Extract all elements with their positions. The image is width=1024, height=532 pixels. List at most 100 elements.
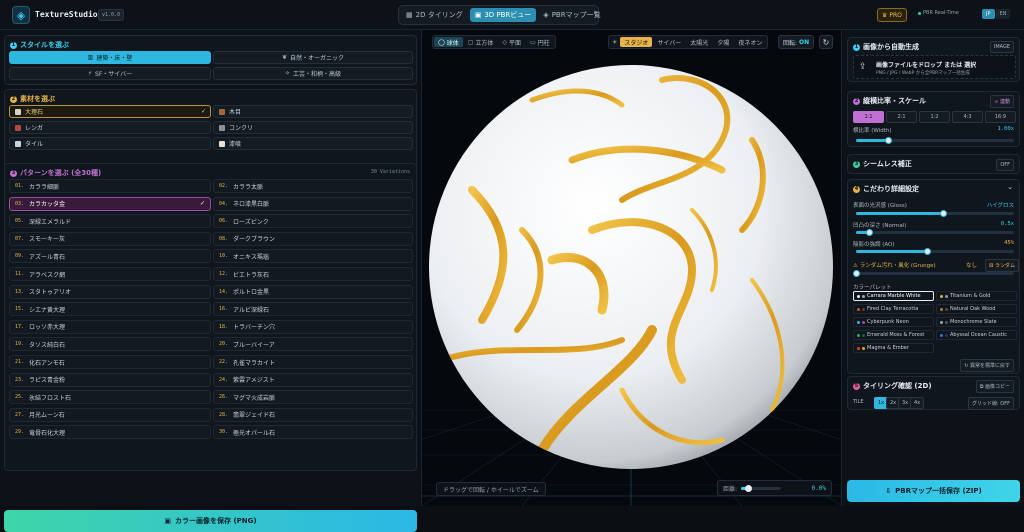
reset-defaults-button[interactable]: ↻ 異常を標準に戻す: [960, 359, 1014, 372]
pattern-item[interactable]: 13. スタトゥアリオ: [9, 284, 211, 299]
pattern-item[interactable]: 16. アルビ深緑石: [213, 302, 413, 317]
ratio-button[interactable]: 16:9: [985, 111, 1016, 123]
random-button[interactable]: ⚄ ランダム: [985, 259, 1019, 272]
save-png-button[interactable]: ▣ カラー画像を保存 (PNG): [4, 510, 417, 532]
pattern-item[interactable]: 09. アズール青石: [9, 249, 211, 264]
style-button-nature[interactable]: ❦ 自然・オーガニック: [213, 51, 413, 64]
seamless-toggle[interactable]: OFF: [996, 159, 1014, 171]
pattern-item[interactable]: 14. ポルトロ金黒: [213, 284, 413, 299]
pattern-item[interactable]: 07. スモーキー灰: [9, 231, 211, 246]
palette-option[interactable]: Titanium & Gold: [936, 291, 1017, 301]
palette-option[interactable]: Cyberpunk Neon: [853, 317, 934, 327]
lang-en-button[interactable]: EN: [995, 9, 1011, 19]
cube-icon: ▣: [474, 11, 482, 19]
palette-option[interactable]: Carrara Marble White: [853, 291, 934, 301]
aspect-title: 縦横比率・スケール: [863, 97, 926, 105]
pattern-item[interactable]: 23. ラピス青金粉: [9, 372, 211, 387]
shape-plane-button[interactable]: ◇ 平面: [498, 37, 525, 47]
style-button-craft[interactable]: ✧ 工芸・和柄・高級: [213, 67, 413, 80]
pattern-item[interactable]: 21. 化石アンモ石: [9, 355, 211, 369]
palette-option[interactable]: Magma & Ember: [853, 343, 934, 353]
chevron-down-icon[interactable]: ⌄: [1007, 183, 1013, 191]
pattern-item[interactable]: 28. 翡翠ジェイド石: [213, 407, 413, 422]
width-slider[interactable]: [856, 137, 1014, 144]
copy-image-button[interactable]: ⧉ 画像コピー: [975, 380, 1014, 393]
pattern-item[interactable]: 30. 極光オパール石: [213, 425, 413, 440]
tab-3d-pbr-view[interactable]: ▣ 3D PBRビュー: [469, 8, 537, 22]
light-cyber-button[interactable]: サイバー: [653, 37, 685, 47]
plaster-swatch-icon: [219, 140, 225, 147]
light-night-neon-button[interactable]: 夜ネオン: [734, 37, 766, 47]
pattern-item[interactable]: 24. 紫雲アメジスト: [213, 372, 413, 387]
style-button-architecture[interactable]: ▥ 建築・床・壁: [9, 51, 211, 64]
ao-slider[interactable]: [856, 248, 1014, 255]
pattern-item[interactable]: 26. マグマ火成岩脈: [213, 390, 413, 405]
zoom-slider[interactable]: [741, 484, 782, 492]
pattern-item[interactable]: 11. アラベスク網: [9, 267, 211, 281]
style-button-sf-cyber[interactable]: ⚡ SF・サイバー: [9, 67, 211, 80]
link-toggle[interactable]: ∞ 連動: [990, 95, 1014, 108]
palette-option[interactable]: Natural Oak Wood: [936, 304, 1017, 314]
pattern-item[interactable]: 05. 深緑エメラルド: [9, 214, 211, 229]
tile-swatch-icon: [15, 140, 21, 147]
material-button-plaster[interactable]: 漆喰: [213, 137, 413, 150]
ratio-button[interactable]: 1:1: [853, 111, 884, 123]
gloss-slider[interactable]: [856, 210, 1014, 217]
pattern-item[interactable]: 02. カララ太脈: [213, 179, 413, 193]
grid-toggle[interactable]: グリッド線: OFF: [968, 397, 1014, 410]
material-button-concrete[interactable]: コンクリ: [213, 121, 413, 134]
grunge-slider[interactable]: [853, 270, 1014, 277]
ratio-button[interactable]: 2:1: [886, 111, 917, 123]
palette-option[interactable]: Fired Clay Terracotta: [853, 304, 934, 314]
light-studio-button[interactable]: スタジオ: [620, 37, 653, 47]
pattern-item[interactable]: 22. 孔雀マラカイト: [213, 355, 413, 369]
drop-zone[interactable]: ⇪ 画像ファイルをドロップ または 選択 PNG / JPG / WebP から…: [853, 55, 1016, 79]
lang-jp-button[interactable]: JP: [982, 9, 995, 19]
shape-cube-button[interactable]: ▢ 立方体: [464, 37, 498, 47]
pattern-item[interactable]: 10. オニキス瑪瑙: [213, 249, 413, 264]
pattern-item[interactable]: 08. ダークブラウン: [213, 231, 413, 246]
tiling-title: タイリング確認 (2D): [863, 382, 932, 390]
viewer-canvas[interactable]: [422, 30, 842, 506]
aspect-card: 2 縦横比率・スケール ∞ 連動 1:1 2:1 1:2 4:3 16:9 横比率 (Wi…: [847, 91, 1020, 147]
material-button-tile[interactable]: タイル: [9, 137, 211, 150]
material-button-marble[interactable]: 大理石 ✓: [9, 105, 211, 118]
pattern-item[interactable]: 20. ブルーバイーア: [213, 337, 413, 352]
material-button-brick[interactable]: レンガ: [9, 121, 211, 134]
pattern-item[interactable]: 01. カララ細脈: [9, 179, 211, 193]
material-button-wood[interactable]: 木目: [213, 105, 413, 118]
pattern-item[interactable]: 04. ネロ漆黒白脈: [213, 196, 413, 211]
save-zip-button[interactable]: ⇩ PBRマップ一括保存 (ZIP): [847, 480, 1020, 502]
ratio-button[interactable]: 4:3: [952, 111, 983, 123]
pattern-item[interactable]: 19. タソス純白石: [9, 337, 211, 352]
style-card: 1 スタイルを選ぶ ▥ 建築・床・壁 ❦ 自然・オーガニック ⚡ SF・サイバー ✧ 工芸…: [4, 35, 417, 85]
tab-2d-tiling[interactable]: ▦ 2D タイリング: [401, 8, 468, 22]
viewer-3d[interactable]: ◯ 球体 ▢ 立方体 ◇ 平面 ▭ 円柱 ☀ スタジオ サイバー 太陽光 夕陽 …: [421, 30, 842, 506]
pattern-item[interactable]: 12. ビエトラ灰石: [213, 267, 413, 281]
light-sunlight-button[interactable]: 太陽光: [686, 37, 712, 47]
reset-view-icon[interactable]: ↻: [819, 35, 833, 49]
palette-option[interactable]: Emerald Moss & Forest: [853, 330, 934, 340]
marble-swatch-icon: [15, 108, 21, 115]
tab-pbr-map-list[interactable]: ◈ PBRマップ一覧: [538, 8, 605, 22]
pro-badge[interactable]: ♛ PRO: [877, 8, 907, 22]
normal-slider[interactable]: [856, 229, 1014, 236]
light-sunset-button[interactable]: 夕陽: [713, 37, 733, 47]
pattern-item[interactable]: 15. シエナ黄大理: [9, 302, 211, 317]
shape-cylinder-button[interactable]: ▭ 円柱: [526, 37, 554, 47]
pattern-item[interactable]: 06. ローズピンク: [213, 214, 413, 229]
pattern-item[interactable]: 29. 竜骨石化大理: [9, 425, 211, 440]
pattern-item[interactable]: 03. カラカッタ金 ✓: [9, 196, 211, 211]
pattern-item[interactable]: 25. 氷結フロスト石: [9, 390, 211, 405]
swatch-dot-icon: [862, 294, 865, 298]
pattern-item[interactable]: 27. 月光ムーン石: [9, 407, 211, 422]
tile-option-button[interactable]: 4x: [910, 397, 925, 409]
shape-sphere-button[interactable]: ◯ 球体: [434, 37, 463, 47]
palette-option[interactable]: Abyssal Ocean Caustic: [936, 330, 1017, 340]
ratio-button[interactable]: 1:2: [919, 111, 950, 123]
pattern-item[interactable]: 18. トラバーチン穴: [213, 319, 413, 334]
palette-option[interactable]: Monochrome Slate: [936, 317, 1017, 327]
pattern-item[interactable]: 17. ロッソ赤大理: [9, 319, 211, 334]
rotation-toggle[interactable]: 回転: ON: [778, 35, 815, 49]
seamless-card: 3 シームレス補正 OFF: [847, 154, 1020, 174]
